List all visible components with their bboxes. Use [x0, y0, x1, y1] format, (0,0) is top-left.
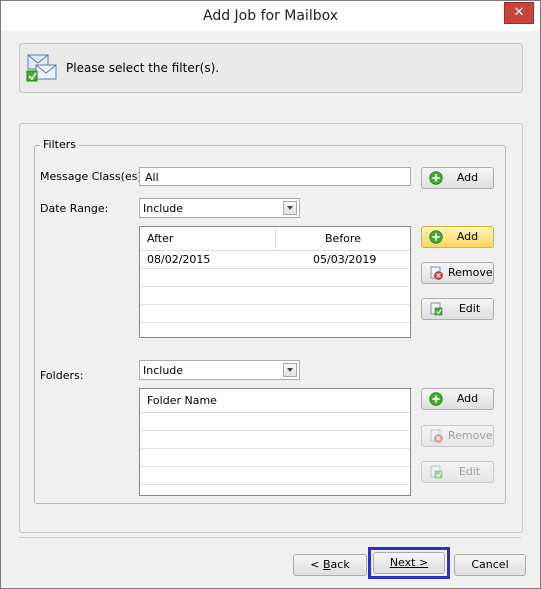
close-button[interactable]: ✕: [504, 2, 534, 24]
message-class-label: Message Class(es):: [40, 170, 146, 183]
remove-icon: [430, 429, 443, 443]
back-button-prefix: <: [310, 558, 323, 571]
empty-row: [140, 431, 410, 449]
header-instruction: Please select the filter(s).: [66, 61, 220, 75]
folders-edit-label: Edit: [458, 465, 481, 478]
after-cell: 08/02/2015: [147, 253, 211, 266]
folders-edit-button[interactable]: Edit: [421, 461, 494, 483]
date-range-remove-label: Remove: [448, 266, 493, 279]
edit-icon: [430, 465, 443, 479]
column-divider: [275, 227, 276, 251]
empty-row: [140, 287, 410, 305]
next-button-label: ext >: [398, 556, 429, 569]
back-button-accesskey: B: [323, 558, 331, 571]
add-icon: [429, 230, 443, 244]
date-range-grid[interactable]: After Before 08/02/2015 05/03/2019: [139, 226, 411, 338]
table-row[interactable]: 08/02/2015 05/03/2019: [140, 251, 410, 269]
folders-mode-select[interactable]: Include: [139, 360, 300, 380]
date-range-remove-button[interactable]: Remove: [421, 262, 494, 284]
empty-row: [140, 305, 410, 323]
message-class-input[interactable]: All: [139, 167, 411, 186]
folders-add-button[interactable]: Add: [421, 388, 494, 410]
date-range-edit-label: Edit: [458, 302, 481, 315]
date-range-edit-button[interactable]: Edit: [421, 298, 494, 320]
folder-name-column-header[interactable]: Folder Name: [147, 389, 217, 412]
next-button[interactable]: Next >: [373, 552, 445, 574]
empty-row: [140, 413, 410, 431]
chevron-down-icon[interactable]: [283, 201, 297, 215]
cancel-button-label: Cancel: [471, 558, 509, 571]
folders-add-label: Add: [456, 392, 479, 405]
before-column-header[interactable]: Before: [325, 227, 361, 250]
edit-icon: [430, 302, 443, 316]
remove-icon: [430, 266, 443, 280]
folders-header-row: Folder Name: [140, 389, 410, 413]
empty-row: [140, 269, 410, 287]
date-range-label: Date Range:: [40, 202, 109, 215]
folders-mode-value: Include: [143, 364, 184, 377]
close-icon: ✕: [513, 5, 525, 20]
folders-grid[interactable]: Folder Name: [139, 388, 411, 496]
cancel-button[interactable]: Cancel: [454, 554, 526, 576]
next-button-accesskey: N: [389, 556, 399, 569]
header-panel: Please select the filter(s).: [19, 43, 523, 93]
footer-separator: [19, 537, 521, 538]
title-bar: Add Job for Mailbox ✕: [1, 1, 540, 31]
window-title: Add Job for Mailbox: [202, 8, 339, 24]
filters-group-title: Filters: [40, 138, 79, 151]
add-icon: [429, 171, 443, 185]
before-cell: 05/03/2019: [313, 253, 377, 266]
folders-label: Folders:: [40, 369, 84, 382]
folders-remove-button[interactable]: Remove: [421, 425, 494, 447]
add-icon: [429, 392, 443, 406]
back-button[interactable]: < Back: [293, 554, 367, 576]
message-class-add-button[interactable]: Add: [421, 167, 494, 189]
mailbox-filter-icon: [26, 54, 57, 82]
date-range-add-button[interactable]: Add: [421, 226, 494, 248]
message-class-add-label: Add: [456, 171, 479, 184]
date-range-header-row: After Before: [140, 227, 410, 251]
chevron-down-icon[interactable]: [283, 363, 297, 377]
date-range-add-label: Add: [456, 230, 479, 243]
folders-remove-label: Remove: [448, 429, 493, 442]
empty-row: [140, 449, 410, 467]
date-range-mode-value: Include: [143, 202, 184, 215]
after-column-header[interactable]: After: [147, 227, 173, 250]
back-button-label: ack: [330, 558, 350, 571]
date-range-mode-select[interactable]: Include: [139, 198, 300, 218]
empty-row: [140, 467, 410, 485]
